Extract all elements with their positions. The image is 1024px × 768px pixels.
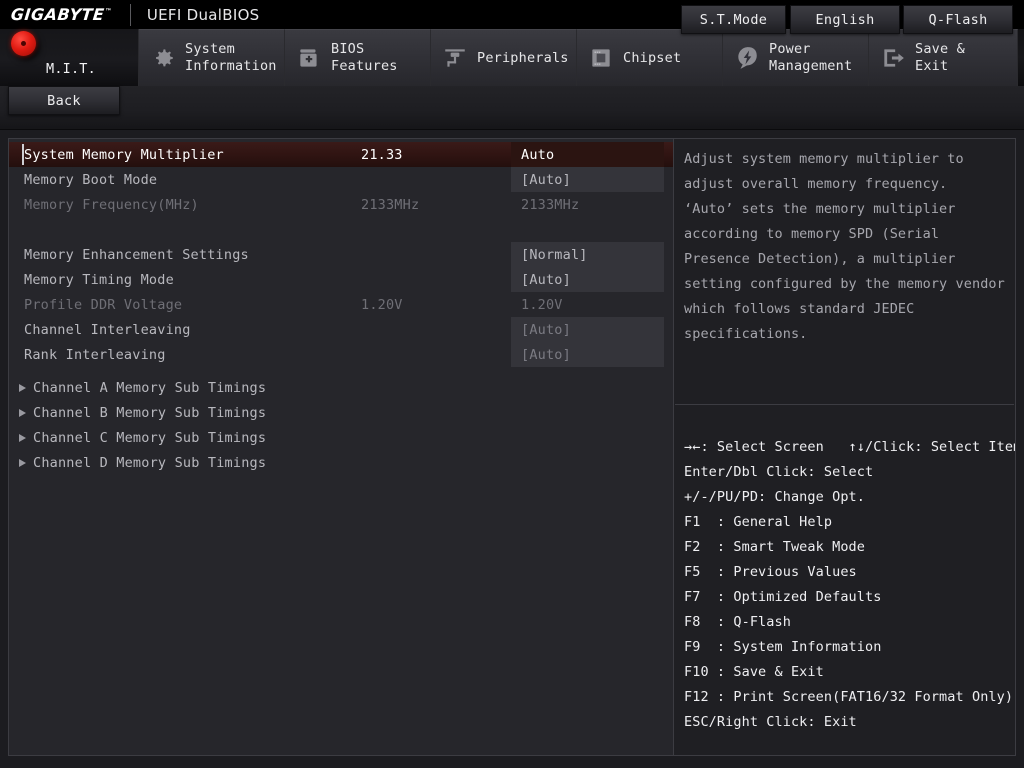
help-line: which follows standard JEDEC (684, 301, 915, 317)
tab-power-management[interactable]: Power Management (723, 29, 869, 86)
gear-icon (150, 45, 176, 71)
settings-panel: System Memory Multiplier 21.33 Auto Memory … (8, 138, 673, 756)
setting-label: Memory Boot Mode (24, 171, 158, 188)
submenu-list: Channel A Memory Sub Timings Channel B Me… (9, 375, 673, 475)
tab-system-information[interactable]: System Information (139, 29, 285, 86)
secondary-toolbar (0, 86, 1024, 130)
submenu-label: Channel D Memory Sub Timings (33, 454, 267, 471)
settings-row[interactable]: Memory Enhancement Settings [Normal] (9, 242, 673, 267)
main-tab-bar: M.I.T. System Information BIOS Features (0, 29, 1024, 86)
setting-value-field[interactable]: [Auto] (511, 267, 664, 292)
setting-value-field[interactable]: [Normal] (511, 242, 664, 267)
tab-power-management-label: Power Management (769, 41, 853, 74)
chip-icon (588, 45, 614, 71)
tab-chipset-label: Chipset (623, 49, 682, 66)
submenu-label: Channel A Memory Sub Timings (33, 379, 267, 396)
shortcut-line: F9 : System Information (684, 639, 882, 655)
shortcut-line: F1 : General Help (684, 514, 833, 530)
tab-peripherals[interactable]: Peripherals (431, 29, 577, 86)
tab-bios-features-label: BIOS Features (331, 41, 398, 74)
language-button[interactable]: English (790, 5, 900, 34)
st-mode-button[interactable]: S.T.Mode (681, 5, 786, 34)
setting-value-field[interactable]: 1.20V (511, 292, 664, 317)
tab-bios-features[interactable]: BIOS Features (285, 29, 431, 86)
settings-row[interactable]: Memory Boot Mode [Auto] (9, 167, 673, 192)
shortcut-line: F10 : Save & Exit (684, 664, 824, 680)
shortcut-line: ESC/Right Click: Exit (684, 714, 857, 730)
setting-value-field[interactable]: Auto (511, 142, 664, 167)
triangle-right-icon (19, 409, 26, 417)
help-line: adjust overall memory frequency. (684, 176, 948, 192)
submenu-item[interactable]: Channel B Memory Sub Timings (9, 400, 673, 425)
shortcut-line: F12 : Print Screen(FAT16/32 Format Only) (684, 689, 1014, 705)
setting-label: Memory Timing Mode (24, 271, 174, 288)
help-panel: Adjust system memory multiplier to adjust… (673, 138, 1016, 756)
peripheral-icon (442, 45, 468, 71)
settings-row[interactable]: Memory Timing Mode [Auto] (9, 267, 673, 292)
submenu-label: Channel B Memory Sub Timings (33, 404, 267, 421)
dualbios-title: UEFI DualBIOS (146, 5, 260, 24)
settings-row[interactable]: Channel Interleaving [Auto] (9, 317, 673, 342)
triangle-right-icon (19, 384, 26, 392)
settings-row[interactable]: System Memory Multiplier 21.33 Auto (9, 142, 673, 167)
bios-screen: GIGABYTE™ UEFI DualBIOS M.I.T. System In… (0, 0, 1024, 768)
help-line: ‘Auto’ sets the memory multiplier (684, 201, 956, 217)
settings-row[interactable]: Profile DDR Voltage 1.20V 1.20V (9, 292, 673, 317)
setting-label: Memory Enhancement Settings (24, 246, 249, 263)
submenu-item[interactable]: Channel C Memory Sub Timings (9, 425, 673, 450)
settings-row[interactable]: Rank Interleaving [Auto] (9, 342, 673, 367)
settings-list: System Memory Multiplier 21.33 Auto Memory … (9, 139, 673, 367)
folder-plus-icon (296, 45, 322, 71)
help-line: specifications. (684, 326, 808, 342)
help-description: Adjust system memory multiplier to adjust… (674, 139, 1015, 405)
setting-current-value: 21.33 (361, 146, 403, 163)
gigabyte-logo: GIGABYTE™ (10, 5, 113, 24)
tab-save-and-exit[interactable]: Save & Exit (869, 29, 1018, 86)
lightning-icon (734, 45, 760, 71)
setting-label: Channel Interleaving (24, 321, 191, 338)
setting-label: Rank Interleaving (24, 346, 166, 363)
tab-peripherals-label: Peripherals (477, 49, 569, 66)
shortcut-line: F2 : Smart Tweak Mode (684, 539, 866, 555)
tab-mit-label: M.I.T. (46, 61, 96, 77)
setting-label: Profile DDR Voltage (24, 296, 183, 313)
shortcut-line: F7 : Optimized Defaults (684, 589, 882, 605)
tab-system-information-label: System Information (185, 41, 277, 74)
shortcut-line: Enter/Dbl Click: Select (684, 464, 874, 480)
exit-arrow-icon (880, 45, 906, 71)
setting-label: Memory Frequency(MHz) (24, 196, 199, 213)
settings-row-spacer (9, 217, 673, 242)
back-button[interactable]: Back (8, 86, 120, 115)
help-line: setting configured by the memory vendor (684, 276, 1005, 292)
shortcut-line: F5 : Previous Values (684, 564, 857, 580)
submenu-label: Channel C Memory Sub Timings (33, 429, 267, 446)
tab-chipset[interactable]: Chipset (577, 29, 723, 86)
submenu-item[interactable]: Channel A Memory Sub Timings (9, 375, 673, 400)
setting-value-field[interactable]: [Auto] (511, 342, 664, 367)
triangle-right-icon (19, 434, 26, 442)
q-flash-button[interactable]: Q-Flash (903, 5, 1013, 34)
triangle-right-icon (19, 459, 26, 467)
settings-row[interactable]: Memory Frequency(MHz) 2133MHz 2133MHz (9, 192, 673, 217)
help-line: Presence Detection), a multiplier (684, 251, 956, 267)
setting-current-value: 2133MHz (361, 196, 420, 213)
setting-current-value: 1.20V (361, 296, 403, 313)
red-target-icon (11, 31, 37, 64)
submenu-item[interactable]: Channel D Memory Sub Timings (9, 450, 673, 475)
help-line: according to memory SPD (Serial (684, 226, 940, 242)
shortcut-line: F8 : Q-Flash (684, 614, 791, 630)
trademark-symbol: ™ (104, 7, 113, 16)
brand-divider (129, 3, 131, 26)
tab-mit[interactable]: M.I.T. (0, 29, 139, 86)
setting-value-field[interactable]: [Auto] (511, 317, 664, 342)
setting-label: System Memory Multiplier (24, 146, 224, 163)
keyboard-shortcuts: →←: Select Screen ↑↓/Click: Select Item E… (674, 405, 1015, 755)
shortcut-line: →←: Select Screen ↑↓/Click: Select Item (684, 439, 1016, 455)
setting-value-field[interactable]: 2133MHz (511, 192, 664, 217)
setting-value-field[interactable]: [Auto] (511, 167, 664, 192)
help-line: Adjust system memory multiplier to (684, 151, 964, 167)
tab-save-and-exit-label: Save & Exit (915, 41, 965, 74)
shortcut-line: +/-/PU/PD: Change Opt. (684, 489, 866, 505)
